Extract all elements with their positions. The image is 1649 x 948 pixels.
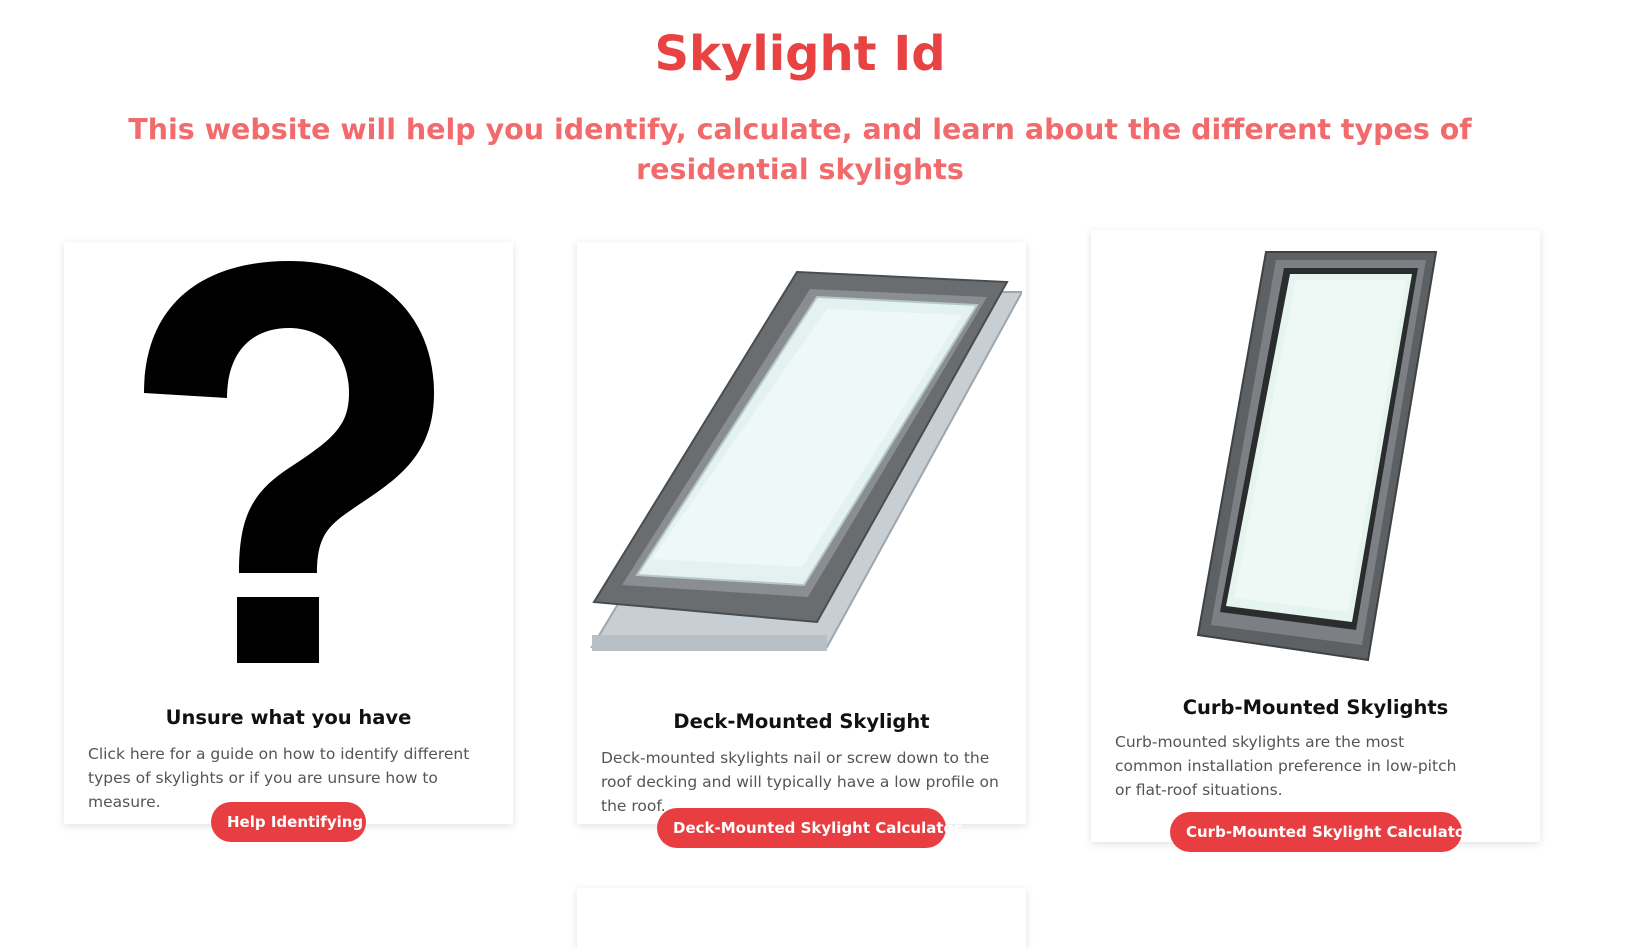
card-title: Unsure what you have xyxy=(165,706,412,729)
card-title: Curb-Mounted Skylights xyxy=(1182,696,1449,719)
card-unsure: Unsure what you have Click here for a gu… xyxy=(64,242,513,842)
question-mark-icon xyxy=(64,248,513,668)
curb-mounted-skylight-image xyxy=(1091,250,1540,670)
curb-mounted-calculator-button[interactable]: Curb-Mounted Skylight Calculator xyxy=(1170,812,1473,852)
card-deck-mounted: Deck-Mounted Skylight Deck-mounted skyli… xyxy=(577,242,1026,848)
page-subtitle: This website will help you identify, cal… xyxy=(128,113,1472,186)
card-title: Deck-Mounted Skylight xyxy=(673,710,930,733)
card-description: Curb-mounted skylights are the most comm… xyxy=(1115,733,1457,799)
page-title: Skylight Id xyxy=(654,26,946,82)
deck-mounted-calculator-button[interactable]: Deck-Mounted Skylight Calculator xyxy=(657,808,961,848)
deck-mounted-skylight-image xyxy=(577,262,1026,692)
help-identifying-button[interactable]: Help Identifying xyxy=(211,802,366,842)
card-curb-mounted: Curb-Mounted Skylights Curb-mounted skyl… xyxy=(1091,230,1540,852)
card-partial xyxy=(577,888,1026,948)
